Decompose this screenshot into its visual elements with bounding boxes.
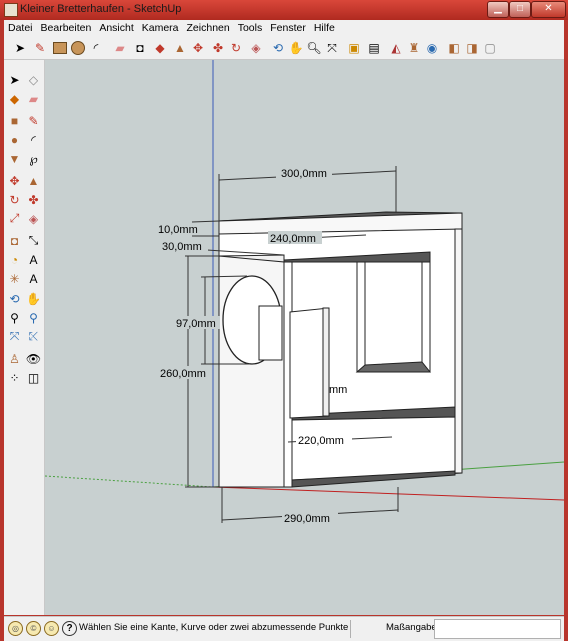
make-component-icon[interactable]: ◇ [25,71,42,88]
maximize-button[interactable]: □ [509,1,531,18]
offset-icon[interactable]: ◈ [248,40,264,56]
window-title: Kleiner Bretterhaufen - SketchUp [20,3,182,15]
orbit-icon[interactable]: ⟲ [270,40,286,56]
close-button[interactable]: ✕ [531,1,566,18]
section-icon[interactable]: ▢ [482,40,498,56]
tape-measure-tool-icon[interactable]: ◘ [6,232,23,249]
dim-hole-diameter: 97,0mm [176,318,216,330]
menu-zeichnen[interactable]: Zeichnen [183,20,234,34]
layers-icon[interactable]: ◨ [464,40,480,56]
paint-bucket-tool-icon[interactable]: ◆ [6,90,23,107]
follow-me-icon[interactable]: ✤ [210,40,226,56]
circle-tool-icon[interactable]: ● [6,131,23,148]
text-tool-icon[interactable]: A [25,251,42,268]
dim-top-thickness: 10,0mm [158,224,198,236]
pan-icon[interactable]: ✋ [288,40,304,56]
push-pull-icon[interactable]: ▲ [172,40,188,56]
3d-text-tool-icon[interactable]: A [25,270,42,287]
line-tool-icon[interactable]: ✎ [25,112,42,129]
status-separator [350,620,351,638]
paint-bucket-icon[interactable]: ◆ [152,40,168,56]
look-around-tool-icon[interactable]: 👁︎ [25,350,42,367]
walk-tool-icon[interactable]: ⁘ [6,369,23,386]
dim-height: 260,0mm [160,368,206,380]
dim-top-width: 300,0mm [281,168,327,180]
pan-tool-icon[interactable]: ✋ [25,290,42,307]
help-icon[interactable]: ? [62,621,77,636]
dimension-tool-icon[interactable]: ⤡ [25,232,42,249]
scale-tool-icon[interactable]: ⤢ [6,210,23,227]
menu-kamera[interactable]: Kamera [138,20,183,34]
menu-ansicht[interactable]: Ansicht [95,20,137,34]
title-bar: Kleiner Bretterhaufen - SketchUp ▁ □ ✕ [0,0,568,20]
move-tool-icon[interactable]: ✥ [6,172,23,189]
geo-location-icon[interactable]: ◎ [8,621,23,636]
select-icon[interactable]: ➤ [12,40,28,56]
dim-inner-width-low: 220,0mm [298,435,344,447]
eraser-tool-icon[interactable]: ▰ [25,90,42,107]
eraser-icon[interactable]: ▰ [112,40,128,56]
dim-inner-width-top: 240,0mm [270,233,316,245]
drawing-viewport[interactable]: 300,0mm 10,0mm 240,0mm 30,0mm 97,0mm 260… [45,60,564,615]
follow-me-tool-icon[interactable]: ✤ [25,191,42,208]
materials-icon[interactable]: ◭ [388,40,404,56]
move-icon[interactable]: ✥ [190,40,206,56]
dim-second-offset: 30,0mm [162,241,202,253]
offset-tool-icon[interactable]: ◈ [25,210,42,227]
arc-icon[interactable]: ◜ [88,40,104,56]
previous-view-tool-icon[interactable]: ⤪ [25,328,42,345]
section-plane-tool-icon[interactable]: ◫ [25,369,42,386]
arc-tool-icon[interactable]: ◜ [25,131,42,148]
zoom-extents-tool-icon[interactable]: ⤧ [6,328,23,345]
credits-icon[interactable]: © [26,621,41,636]
polygon-tool-icon[interactable]: ▼ [6,150,23,167]
status-bar: ◎ © ☺ ? Wählen Sie eine Kante, Kurve ode… [4,616,564,641]
protractor-tool-icon[interactable]: ◔ [6,251,23,268]
orbit-tool-icon[interactable]: ⟲ [6,290,23,307]
dim-bottom-width: 290,0mm [284,513,330,525]
freehand-tool-icon[interactable]: ℘ [25,150,42,167]
menu-bar: Datei Bearbeiten Ansicht Kamera Zeichnen Tool… [4,20,564,38]
zoom-window-tool-icon[interactable]: ⚲ [25,309,42,326]
dim-partial: mm [329,384,347,396]
zoom-extents-icon[interactable]: ⤧ [324,40,340,56]
menu-hilfe[interactable]: Hilfe [310,20,339,34]
menu-datei[interactable]: Datei [4,20,37,34]
zoom-tool-icon[interactable]: ⚲ [6,309,23,326]
menu-fenster[interactable]: Fenster [266,20,310,34]
minimize-button[interactable]: ▁ [487,1,509,18]
push-pull-tool-icon[interactable]: ▲ [25,172,42,189]
rotate-icon[interactable]: ↻ [228,40,244,56]
components-icon[interactable]: ▤ [366,40,382,56]
menu-tools[interactable]: Tools [234,20,267,34]
rectangle-icon[interactable] [52,40,68,56]
select-tool-icon[interactable]: ➤ [6,71,23,88]
model-info-icon[interactable]: ▣ [346,40,362,56]
get-models-icon[interactable]: ◉ [424,40,440,56]
tape-measure-icon[interactable]: ◘ [132,40,148,56]
sketchup-app-icon[interactable] [4,3,18,17]
tool-palette: ➤ ◇ ◆ ▰ ■ ✎ ● ◜ ▼ ℘ ✥ ▲ ↻ ✤ ⤢ ◈ ◘ ⤡ ◔ A … [4,60,45,615]
measurements-input[interactable] [434,619,561,639]
zoom-icon[interactable]: 🔍︎ [306,40,322,56]
rectangle-tool-icon[interactable]: ■ [6,112,23,129]
menu-bearbeiten[interactable]: Bearbeiten [37,20,96,34]
main-toolbar: ➤ ✎ ◜ ▰ ◘ ◆ ▲ ✥ ✤ ↻ ◈ ⟲ ✋ 🔍︎ ⤧ ▣ ▤ ◭ ♜ ◉… [4,37,564,60]
status-message: Wählen Sie eine Kante, Kurve oder zwei a… [79,622,349,633]
model-canvas[interactable]: 300,0mm 10,0mm 240,0mm 30,0mm 97,0mm 260… [45,60,564,615]
axes-tool-icon[interactable]: ✳ [6,270,23,287]
rotate-tool-icon[interactable]: ↻ [6,191,23,208]
share-model-icon[interactable]: ◧ [446,40,462,56]
3d-warehouse-icon[interactable]: ♜ [406,40,422,56]
circle-icon[interactable] [70,40,86,56]
pencil-icon[interactable]: ✎ [32,40,48,56]
position-camera-tool-icon[interactable]: ♙ [6,350,23,367]
user-icon[interactable]: ☺ [44,621,59,636]
red-axis [212,486,564,501]
